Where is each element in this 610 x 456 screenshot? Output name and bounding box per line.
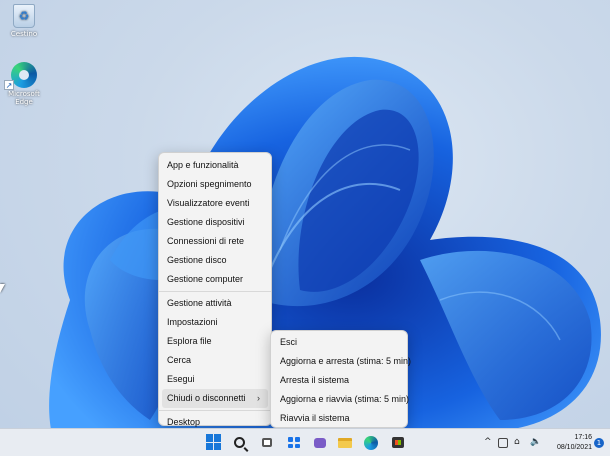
menu-item-computer-management[interactable]: Gestione computer	[159, 270, 271, 289]
windows-logo-icon	[206, 434, 213, 442]
menu-item-run[interactable]: Esegui	[159, 370, 271, 389]
network-icon[interactable]: ⌂	[514, 437, 520, 447]
desktop: ♻ Cestino ↗ Microsoft Edge App e funzion…	[0, 0, 610, 456]
mouse-cursor-icon	[0, 284, 5, 293]
submenu-item-update-restart[interactable]: Aggiorna e riavvia (stima: 5 min)	[271, 390, 409, 409]
menu-item-task-manager[interactable]: Gestione attività	[159, 294, 271, 313]
clock-date: 08/10/2021	[556, 444, 592, 451]
start-button[interactable]	[206, 434, 222, 450]
widget-tile	[295, 443, 300, 448]
menu-separator	[159, 291, 271, 292]
windows-logo-icon	[206, 442, 213, 450]
submenu-item-update-shutdown[interactable]: Aggiorna e arresta (stima: 5 min)	[271, 352, 411, 371]
tray-chevron-up-icon[interactable]: ^	[484, 437, 492, 447]
menu-item-settings[interactable]: Impostazioni	[159, 313, 271, 332]
winx-context-menu: App e funzionalità Opzioni spegnimento V…	[158, 152, 272, 427]
edge-taskbar-icon[interactable]	[364, 436, 378, 450]
menu-item-search[interactable]: Cerca	[159, 351, 271, 370]
menu-separator	[159, 410, 271, 411]
widget-tile	[288, 437, 293, 442]
clock-time: 17:16	[574, 434, 592, 441]
submenu-item-restart[interactable]: Riavvia il sistema	[271, 409, 407, 428]
menu-item-file-explorer[interactable]: Esplora file	[159, 332, 271, 351]
notification-badge[interactable]: 1	[594, 438, 604, 448]
chat-icon[interactable]	[314, 438, 326, 448]
desktop-icon-recycle-bin[interactable]: ♻ Cestino	[4, 4, 44, 38]
shutdown-submenu: Esci Aggiorna e arresta (stima: 5 min) A…	[270, 330, 411, 428]
menu-item-app-features[interactable]: App e funzionalità	[159, 156, 271, 175]
desktop-icon-label: Cestino	[10, 30, 38, 38]
taskbar: ^ ⌂ 🔈 17:16 08/10/2021 1	[0, 428, 610, 456]
widgets-icon[interactable]	[288, 437, 300, 448]
windows-logo-icon	[214, 442, 221, 450]
store-icon[interactable]	[392, 437, 404, 448]
menu-item-power-options[interactable]: Opzioni spegnimento	[159, 175, 271, 194]
menu-item-label: Chiudi o disconnetti	[167, 393, 246, 403]
chevron-right-icon: ›	[257, 393, 260, 403]
edge-icon	[11, 62, 37, 88]
task-view-icon[interactable]	[262, 438, 272, 447]
submenu-item-shutdown[interactable]: Arresta il sistema	[271, 371, 407, 390]
desktop-icon-label: Microsoft Edge	[8, 90, 40, 106]
menu-item-network-connections[interactable]: Connessioni di rete	[159, 232, 271, 251]
file-explorer-icon[interactable]	[338, 438, 352, 448]
menu-item-shutdown-signout[interactable]: Chiudi o disconnetti ›	[162, 389, 268, 408]
search-icon[interactable]	[234, 437, 245, 448]
widget-tile	[288, 443, 293, 448]
volume-icon[interactable]: 🔈	[530, 437, 541, 447]
windows-logo-icon	[214, 434, 221, 442]
menu-item-event-viewer[interactable]: Visualizzatore eventi	[159, 194, 271, 213]
tray-app-icon[interactable]	[498, 438, 508, 448]
shortcut-arrow-icon: ↗	[4, 80, 14, 90]
clock[interactable]: 17:16 08/10/2021	[546, 433, 592, 453]
submenu-item-sign-out[interactable]: Esci	[271, 333, 407, 352]
widget-tile	[295, 437, 300, 442]
desktop-icon-edge[interactable]: ↗ Microsoft Edge	[4, 62, 44, 106]
menu-item-device-manager[interactable]: Gestione dispositivi	[159, 213, 271, 232]
recycle-bin-icon: ♻	[13, 4, 35, 28]
menu-item-disk-management[interactable]: Gestione disco	[159, 251, 271, 270]
